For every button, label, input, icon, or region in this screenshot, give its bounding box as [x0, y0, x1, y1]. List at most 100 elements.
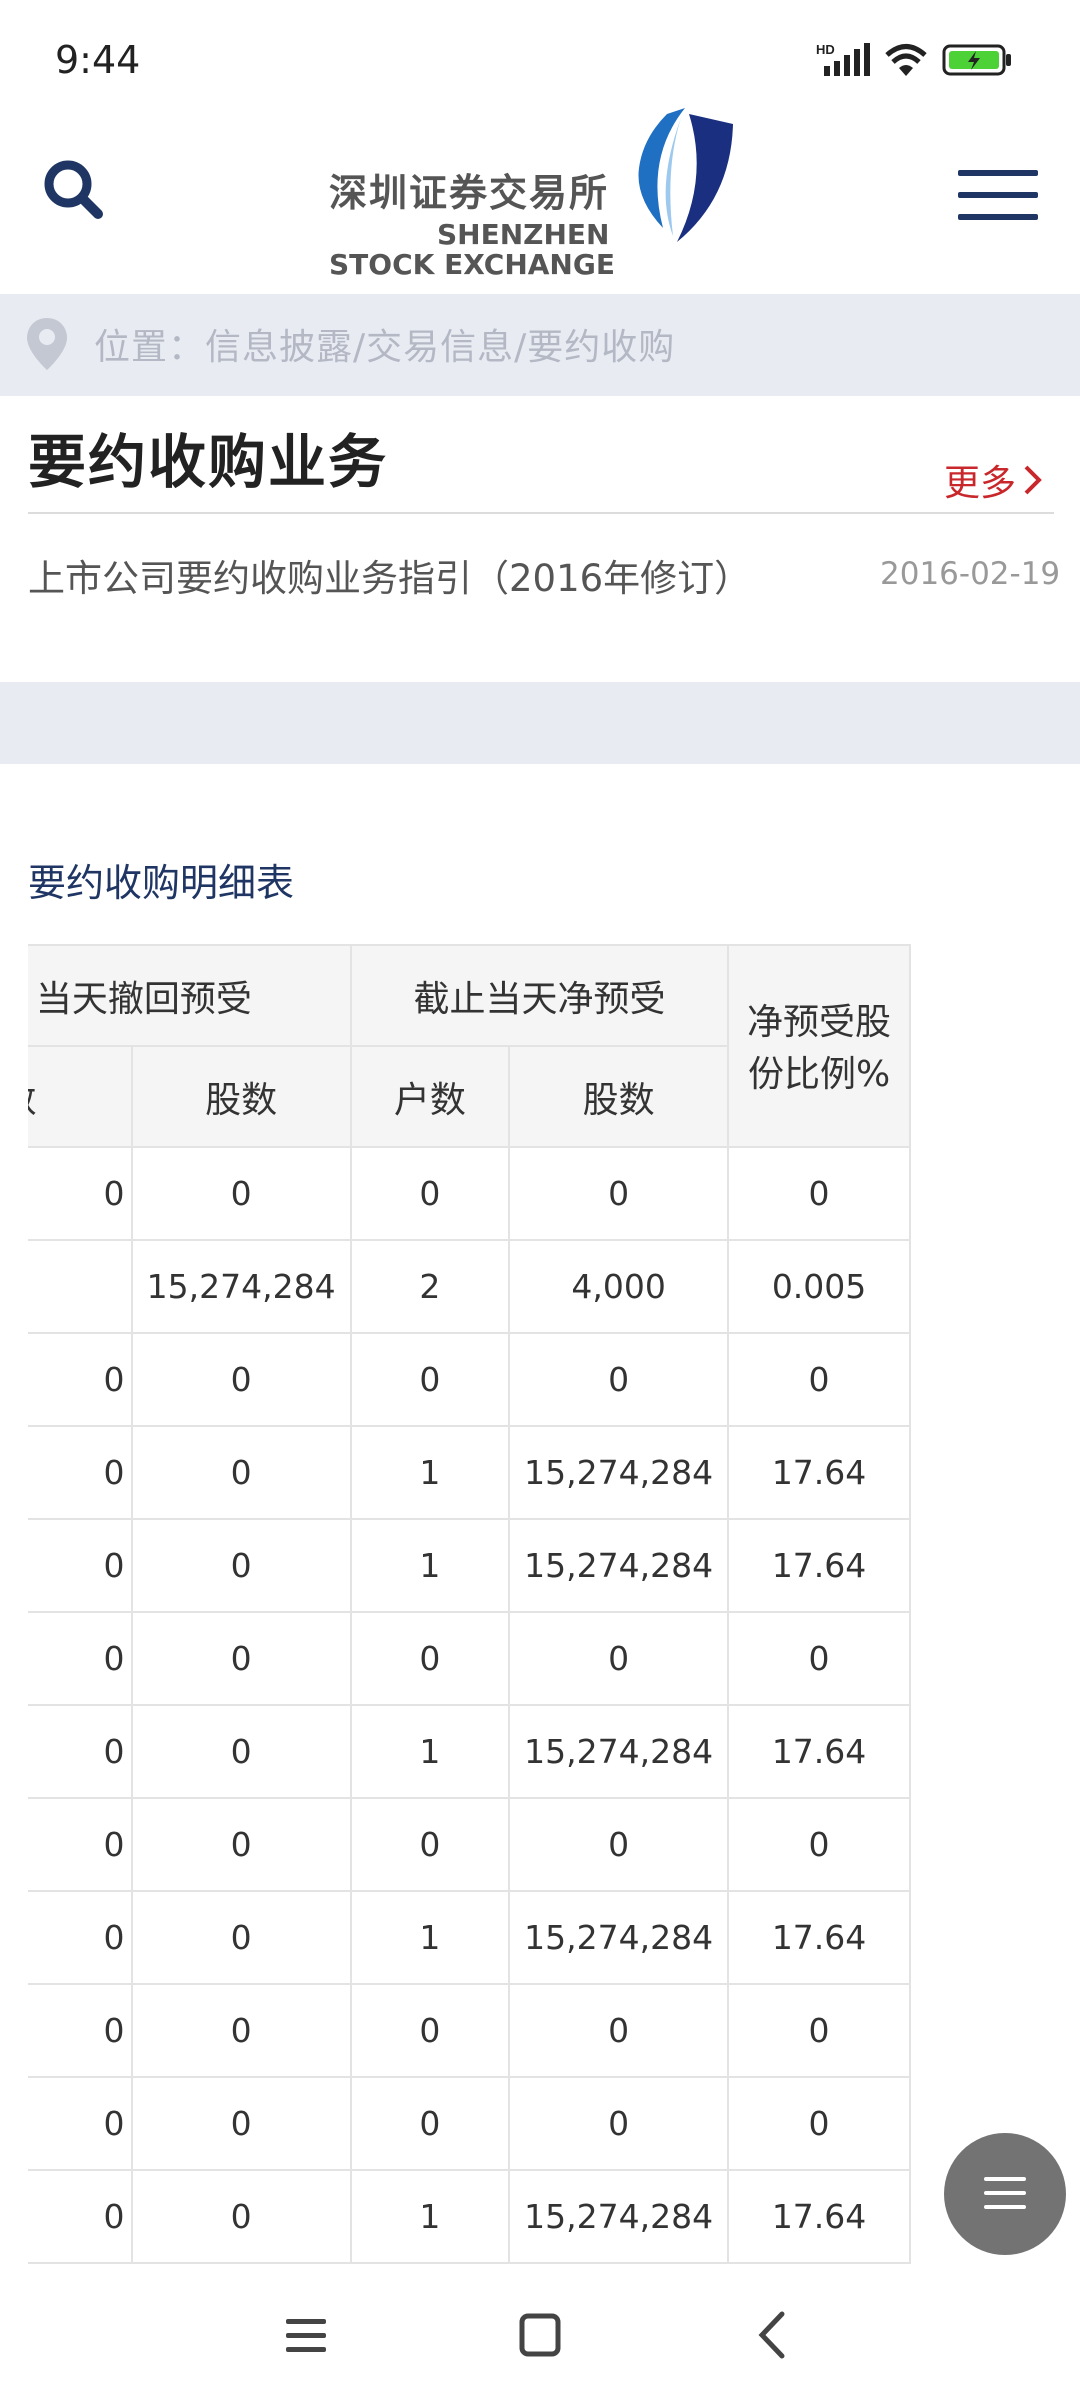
back-chevron-icon [758, 2311, 785, 2359]
table-cell: 1 [349, 2169, 511, 2264]
home-square-icon [519, 2313, 561, 2357]
table-cell: 0 [130, 1704, 352, 1799]
breadcrumb-text[interactable]: 位置：信息披露/交易信息/要约收购 [94, 318, 675, 370]
signal-icon: HD [816, 42, 870, 76]
table-cell: 0 [130, 1518, 352, 1613]
table-cell: 0 [727, 2076, 911, 2171]
table-cell: 0 [508, 1332, 730, 1427]
more-link-label: 更多 [944, 463, 1017, 504]
table-row: 00000 [28, 1797, 1053, 1892]
table-cell: 0 [28, 1704, 133, 1799]
table-cell: 2 [349, 1239, 511, 1334]
table-cell: 0 [130, 1611, 352, 1706]
table-cell: 15,274,284 [508, 1890, 730, 1985]
table-cell: 0 [727, 1146, 911, 1241]
table-cell: 0 [28, 1425, 133, 1520]
table-cell: 0 [349, 1983, 511, 2078]
logo-mark-icon [638, 108, 733, 242]
table-cell: 0 [28, 2076, 133, 2171]
location-pin-icon [27, 318, 67, 370]
table-cell: 17.64 [727, 1425, 911, 1520]
more-link[interactable]: 更多 [944, 454, 1044, 506]
table-cell: 0 [130, 1425, 352, 1520]
table-cell [28, 1239, 133, 1334]
nav-home-button[interactable] [500, 2300, 580, 2370]
table-cell: 0 [28, 1332, 133, 1427]
table-cell: 0 [28, 1146, 133, 1241]
table-row: 00000 [28, 2076, 1053, 2171]
menu-line-icon [958, 170, 1038, 176]
table-cell: 15,274,284 [508, 2169, 730, 2264]
system-nav-bar [0, 2270, 1080, 2400]
section-divider [28, 512, 1054, 514]
table-cell: 0 [349, 1797, 511, 1892]
detail-table-scroll[interactable]: 当天撤回预受 截止当天净预受 净预受股份比例% 户数 股数 户数 股数 0000… [28, 944, 1054, 2264]
detail-table: 当天撤回预受 截止当天净预受 净预受股份比例% 户数 股数 户数 股数 0000… [28, 944, 1054, 2264]
menu-line-icon [984, 2191, 1026, 2195]
table-row: 00000 [28, 1332, 1053, 1427]
menu-button[interactable] [950, 166, 1046, 226]
search-button[interactable] [36, 152, 112, 228]
szse-logo[interactable]: 深圳证券交易所 SHENZHEN STOCK EXCHANGE [325, 108, 745, 281]
table-cell: 0 [28, 1983, 133, 2078]
table-cell: 0.005 [727, 1239, 911, 1334]
table-cell: 15,274,284 [508, 1518, 730, 1613]
table-cell: 0 [727, 1611, 911, 1706]
table-cell: 0 [727, 1983, 911, 2078]
table-cell: 1 [349, 1518, 511, 1613]
table-cell: 15,274,284 [508, 1425, 730, 1520]
logo-english-line2: STOCK EXCHANGE [329, 248, 615, 281]
chevron-right-icon [1024, 465, 1042, 495]
table-row: 0 0 1 15,274,284 17.64 [28, 1704, 1053, 1799]
table-group-header: 净预受股份比例% [727, 944, 911, 1148]
table-cell: 0 [349, 1611, 511, 1706]
table-row: 00000 [28, 1146, 1053, 1241]
table-cell: 17.64 [727, 1518, 911, 1613]
site-header: 深圳证券交易所 SHENZHEN STOCK EXCHANGE [0, 100, 1080, 292]
table-row: 00000 [28, 1611, 1053, 1706]
table-row: 0 0 1 15,274,284 17.64 [28, 1425, 1053, 1520]
table-cell: 0 [349, 1332, 511, 1427]
table-group-header: 当天撤回预受 [28, 944, 352, 1047]
hd-label: HD [816, 42, 835, 57]
table-row: 00000 [28, 1983, 1053, 2078]
table-cell: 0 [349, 2076, 511, 2171]
table-cell: 0 [130, 1890, 352, 1985]
table-cell: 17.64 [727, 1890, 911, 1985]
floating-menu-button[interactable] [944, 2133, 1066, 2255]
document-date: 2016-02-19 [880, 556, 1061, 592]
table-cell: 0 [508, 1611, 730, 1706]
nav-menu-button[interactable] [266, 2300, 346, 2370]
table-cell: 17.64 [727, 2169, 911, 2264]
table-cell: 0 [28, 1797, 133, 1892]
menu-line-icon [984, 2177, 1026, 2181]
table-column-header: 股数 [508, 1045, 730, 1148]
search-icon [44, 160, 103, 219]
section-title: 要约收购业务 [28, 428, 389, 496]
wifi-icon [885, 44, 927, 76]
table-cell: 1 [349, 1890, 511, 1985]
table-cell: 0 [349, 1146, 511, 1241]
table-row: 0 0 1 15,274,284 17.64 [28, 2169, 1053, 2264]
table-row: 0 0 1 15,274,284 17.64 [28, 1518, 1053, 1613]
table-cell: 0 [130, 1146, 352, 1241]
table-cell: 0 [28, 2169, 133, 2264]
table-group-header: 截止当天净预受 [349, 944, 730, 1047]
table-cell: 17.64 [727, 1704, 911, 1799]
table-cell: 0 [727, 1797, 911, 1892]
table-cell: 0 [508, 1797, 730, 1892]
document-link[interactable]: 上市公司要约收购业务指引（2016年修订） [28, 548, 751, 602]
menu-line-icon [984, 2205, 1026, 2209]
table-column-header: 户数 [28, 1045, 133, 1148]
table-cell: 0 [508, 1146, 730, 1241]
table-column-header: 股数 [130, 1045, 352, 1148]
nav-back-button[interactable] [734, 2300, 814, 2370]
table-row: 0 0 1 15,274,284 17.64 [28, 1890, 1053, 1985]
status-icons: HD [816, 42, 1012, 78]
table-cell: 0 [508, 2076, 730, 2171]
table-cell: 0 [28, 1890, 133, 1985]
table-cell: 0 [130, 1797, 352, 1892]
menu-icon [286, 2319, 326, 2352]
table-cell: 1 [349, 1704, 511, 1799]
table-cell: 0 [130, 2169, 352, 2264]
